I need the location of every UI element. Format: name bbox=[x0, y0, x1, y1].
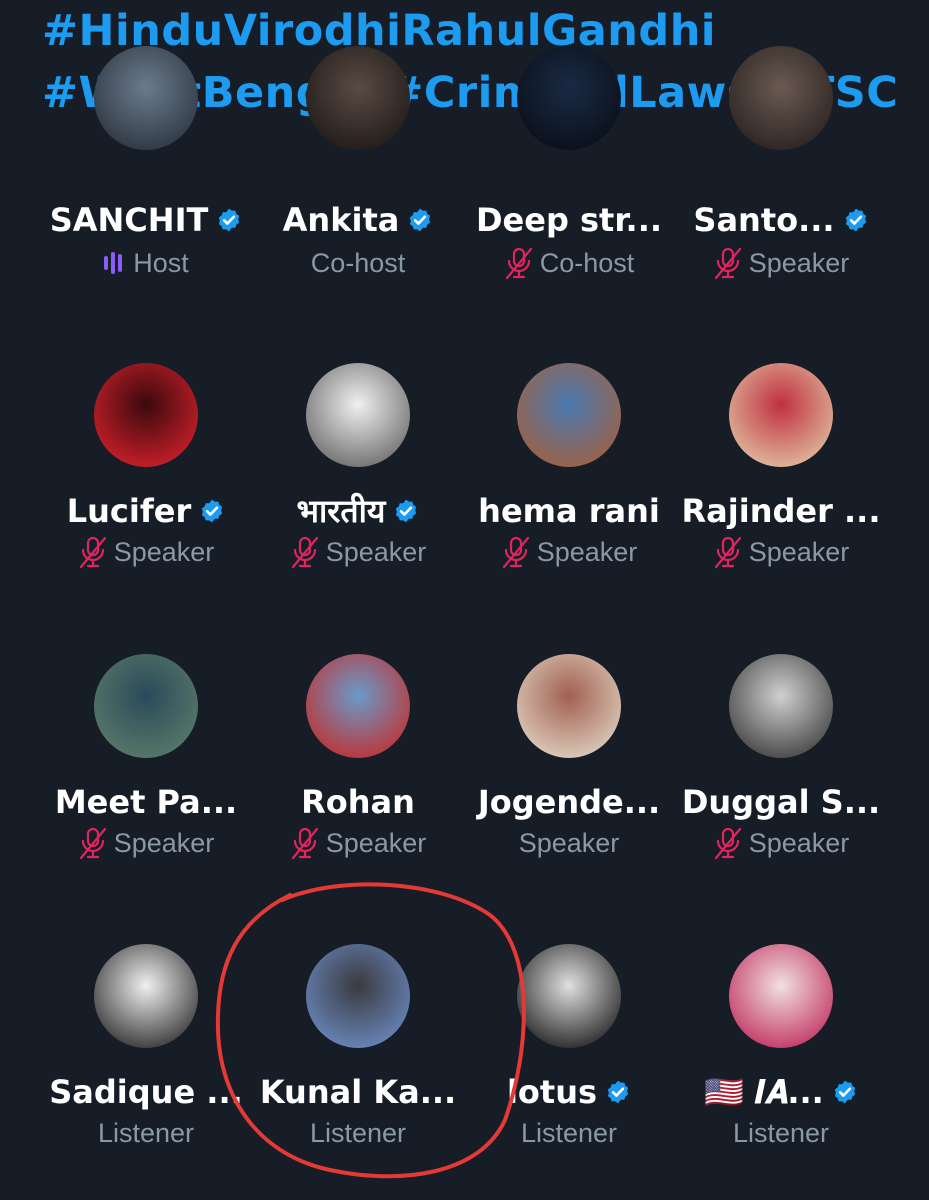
avatar[interactable] bbox=[94, 654, 198, 758]
participant-name: Duggal S... bbox=[675, 782, 887, 822]
participant-role-text: Co-host bbox=[539, 248, 635, 278]
participant-role: Host bbox=[40, 246, 252, 280]
participant-role-text: Listener bbox=[309, 1118, 407, 1148]
participant-name: Ankita bbox=[252, 200, 464, 240]
avatar[interactable] bbox=[306, 654, 410, 758]
participant-role: Speaker bbox=[463, 535, 675, 569]
avatar[interactable] bbox=[729, 46, 833, 150]
participant-name-text: Deep str... bbox=[475, 201, 663, 239]
muted-mic-icon bbox=[79, 827, 106, 860]
participant-name-text: Rajinder ... bbox=[681, 492, 881, 530]
host-speaking-icon bbox=[104, 252, 123, 274]
participant-role: Speaker bbox=[252, 826, 464, 860]
muted-mic-icon bbox=[505, 247, 532, 280]
participant-name: Lucifer bbox=[40, 491, 252, 531]
participant-role-text: Speaker bbox=[113, 537, 215, 567]
avatar[interactable] bbox=[94, 46, 198, 150]
participant-role: Listener bbox=[252, 1116, 464, 1150]
participant-role-text: Listener bbox=[520, 1118, 618, 1148]
participant-role: Speaker bbox=[40, 535, 252, 569]
avatar[interactable] bbox=[94, 944, 198, 1048]
participant-name: Meet Pa... bbox=[40, 782, 252, 822]
avatar[interactable] bbox=[517, 46, 621, 150]
avatar[interactable] bbox=[306, 46, 410, 150]
participant-role-text: Listener bbox=[97, 1118, 195, 1148]
participants-grid: SANCHIT Host Ankita Co-host Deep str... Co-ho… bbox=[0, 0, 929, 1200]
participant-name: Rohan bbox=[252, 782, 464, 822]
participant-name: hema rani bbox=[463, 491, 675, 531]
participant-role: Speaker bbox=[675, 535, 887, 569]
muted-mic-icon bbox=[79, 536, 106, 569]
participant-role-text: Speaker bbox=[518, 828, 620, 858]
verified-badge-icon bbox=[607, 1080, 629, 1104]
avatar[interactable] bbox=[729, 654, 833, 758]
participant-role-text: Speaker bbox=[748, 248, 850, 278]
avatar[interactable] bbox=[306, 363, 410, 467]
avatar[interactable] bbox=[729, 944, 833, 1048]
participant-name: Santo... bbox=[675, 200, 887, 240]
participant-role-text: Host bbox=[133, 248, 189, 278]
participant-role: Speaker bbox=[252, 535, 464, 569]
participant-name-text: SANCHIT bbox=[49, 201, 209, 239]
participant-name-text: Sadique ... bbox=[49, 1073, 243, 1111]
verified-badge-icon bbox=[845, 208, 866, 232]
participant-role: Co-host bbox=[463, 246, 675, 280]
muted-mic-icon bbox=[714, 247, 741, 280]
participant-name-text: Ankita bbox=[282, 201, 400, 239]
participant-name-text: Rohan bbox=[301, 783, 415, 821]
participant-name-text: Meet Pa... bbox=[54, 783, 238, 821]
muted-mic-icon bbox=[714, 536, 741, 569]
participant-name-text: Kunal Ka... bbox=[259, 1073, 457, 1111]
avatar[interactable] bbox=[729, 363, 833, 467]
participant-role-text: Speaker bbox=[325, 828, 427, 858]
avatar[interactable] bbox=[517, 654, 621, 758]
verified-badge-icon bbox=[219, 208, 240, 232]
participant-role-text: Listener bbox=[732, 1118, 830, 1148]
avatar[interactable] bbox=[94, 363, 198, 467]
avatar[interactable] bbox=[517, 944, 621, 1048]
participant-name: Sadique ... bbox=[40, 1072, 252, 1112]
participant-name: भारतीय bbox=[252, 491, 464, 531]
muted-mic-icon bbox=[502, 536, 529, 569]
participant-name-text: lotus bbox=[506, 1073, 598, 1111]
participant-role-text: Speaker bbox=[113, 828, 215, 858]
participant-name-text: Lucifer bbox=[66, 492, 192, 530]
participant-name: Jogende... bbox=[463, 782, 675, 822]
participant-role: Listener bbox=[463, 1116, 675, 1150]
participant-role-text: Speaker bbox=[325, 537, 427, 567]
participant-name: Rajinder ... bbox=[675, 491, 887, 531]
verified-badge-icon bbox=[202, 499, 223, 523]
participant-role: Speaker bbox=[675, 826, 887, 860]
participant-role-text: Speaker bbox=[536, 537, 638, 567]
participant-role: Speaker bbox=[675, 246, 887, 280]
participant-name-text: 🇺🇸 𝑰𝑨... bbox=[704, 1073, 824, 1111]
muted-mic-icon bbox=[291, 536, 318, 569]
participant-role-text: Co-host bbox=[310, 248, 406, 278]
participant-name-text: Duggal S... bbox=[681, 783, 881, 821]
participant-role-text: Speaker bbox=[748, 828, 850, 858]
verified-badge-icon bbox=[410, 208, 431, 232]
participant-role-text: Speaker bbox=[748, 537, 850, 567]
verified-badge-icon bbox=[396, 499, 417, 523]
participant-role: Speaker bbox=[463, 826, 675, 860]
participant-role: Speaker bbox=[40, 826, 252, 860]
muted-mic-icon bbox=[714, 827, 741, 860]
participant-name: lotus bbox=[463, 1072, 675, 1112]
participant-name: Deep str... bbox=[463, 200, 675, 240]
participant-name: SANCHIT bbox=[40, 200, 252, 240]
avatar[interactable] bbox=[517, 363, 621, 467]
participant-name: 🇺🇸 𝑰𝑨... bbox=[675, 1072, 887, 1112]
participant-role: Listener bbox=[675, 1116, 887, 1150]
muted-mic-icon bbox=[291, 827, 318, 860]
participant-role: Co-host bbox=[252, 246, 464, 280]
participant-name-text: Jogende... bbox=[477, 783, 661, 821]
participant-name-text: भारतीय bbox=[296, 492, 386, 530]
participant-name-text: Santo... bbox=[693, 201, 835, 239]
verified-badge-icon bbox=[834, 1080, 856, 1104]
avatar[interactable] bbox=[306, 944, 410, 1048]
participant-name: Kunal Ka... bbox=[252, 1072, 464, 1112]
participant-name-text: hema rani bbox=[478, 492, 660, 530]
participant-role: Listener bbox=[40, 1116, 252, 1150]
